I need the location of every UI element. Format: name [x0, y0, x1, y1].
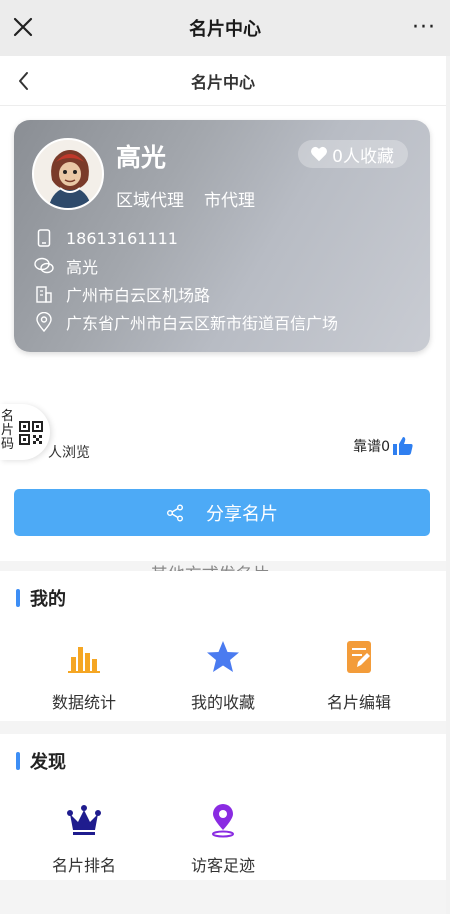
- card-name: 高光: [116, 143, 167, 172]
- phone-icon: [34, 228, 54, 248]
- building-icon: [34, 284, 54, 304]
- stats-item[interactable]: 数据统计: [14, 639, 154, 713]
- section-header: 我的: [16, 585, 66, 611]
- qr-code-button[interactable]: 名片码: [0, 404, 50, 460]
- section-accent-bar: [16, 589, 20, 607]
- edit-card-label: 名片编辑: [326, 693, 391, 712]
- wechat-text: 高光: [66, 258, 99, 277]
- ranking-label: 名片排名: [51, 856, 116, 875]
- share-card-label: 分享名片: [206, 503, 278, 525]
- location-icon: [34, 312, 54, 332]
- share-icon: [167, 504, 183, 521]
- company-text: 广州市白云区机场路: [66, 286, 211, 305]
- phone-row[interactable]: 18613161111: [34, 224, 338, 252]
- bar-chart-icon: [68, 647, 100, 673]
- role-tag: 市代理: [204, 191, 255, 211]
- more-menu-button[interactable]: ···: [412, 17, 436, 39]
- stats-label: 数据统计: [51, 693, 116, 712]
- reliable-count: 靠谱0: [353, 439, 390, 455]
- reliable-button[interactable]: 靠谱0: [353, 436, 414, 456]
- window-titlebar: 名片中心 ···: [0, 0, 450, 56]
- views-count: 人浏览: [48, 445, 90, 461]
- favorites-badge[interactable]: 0人收藏: [298, 140, 408, 168]
- address-text: 广东省广州市白云区新市街道百信广场: [66, 314, 339, 333]
- nav-title: 名片中心: [190, 72, 255, 92]
- star-icon: [207, 641, 239, 672]
- window-title: 名片中心: [189, 19, 261, 40]
- page: 名片中心 高光 0人收藏 区域代理 市代理 18613161111 高光 广州市…: [0, 56, 446, 914]
- mine-section: 我的 数据统计 我的收藏 名片编辑: [0, 571, 446, 721]
- favorites-count: 0人收藏: [332, 146, 394, 167]
- role-tag: 区域代理: [116, 191, 184, 211]
- visitors-label: 访客足迹: [190, 856, 255, 875]
- section-title: 我的: [30, 589, 66, 610]
- edit-card-item[interactable]: 名片编辑: [289, 639, 429, 713]
- qr-code-icon: [19, 421, 43, 445]
- favorites-label: 我的收藏: [190, 693, 255, 712]
- address-row[interactable]: 广东省广州市白云区新市街道百信广场: [34, 308, 338, 336]
- visitors-item[interactable]: 访客足迹: [153, 802, 293, 876]
- wechat-row[interactable]: 高光: [34, 252, 338, 280]
- chevron-left-icon[interactable]: [12, 69, 36, 93]
- avatar[interactable]: [32, 138, 104, 210]
- share-card-button[interactable]: 分享名片: [14, 489, 430, 536]
- role-tags: 区域代理 市代理: [116, 186, 255, 211]
- avatar-illustration: [34, 140, 102, 208]
- crown-icon: [67, 805, 101, 835]
- discover-section: 发现 名片排名 访客足迹: [0, 734, 446, 880]
- contact-list: 18613161111 高光 广州市白云区机场路 广东省广州市白云区新市街道百信…: [34, 224, 338, 336]
- location-pin-icon: [212, 804, 234, 838]
- thumbs-up-icon: [393, 437, 413, 455]
- card-section: 高光 0人收藏 区域代理 市代理 18613161111 高光 广州市白云区机场…: [0, 106, 446, 585]
- close-icon[interactable]: [10, 14, 36, 40]
- business-card[interactable]: 高光 0人收藏 区域代理 市代理 18613161111 高光 广州市白云区机场…: [14, 120, 430, 352]
- company-row[interactable]: 广州市白云区机场路: [34, 280, 338, 308]
- heart-icon: [311, 146, 328, 162]
- favorites-item[interactable]: 我的收藏: [153, 639, 293, 713]
- phone-text: 18613161111: [66, 228, 178, 248]
- section-title: 发现: [30, 752, 66, 773]
- wechat-icon: [34, 256, 54, 276]
- ranking-item[interactable]: 名片排名: [14, 802, 154, 876]
- nav-bar: 名片中心: [0, 56, 446, 106]
- qr-code-label: 名片码: [1, 409, 15, 452]
- edit-doc-icon: [347, 641, 371, 673]
- section-header: 发现: [16, 748, 66, 774]
- section-accent-bar: [16, 752, 20, 770]
